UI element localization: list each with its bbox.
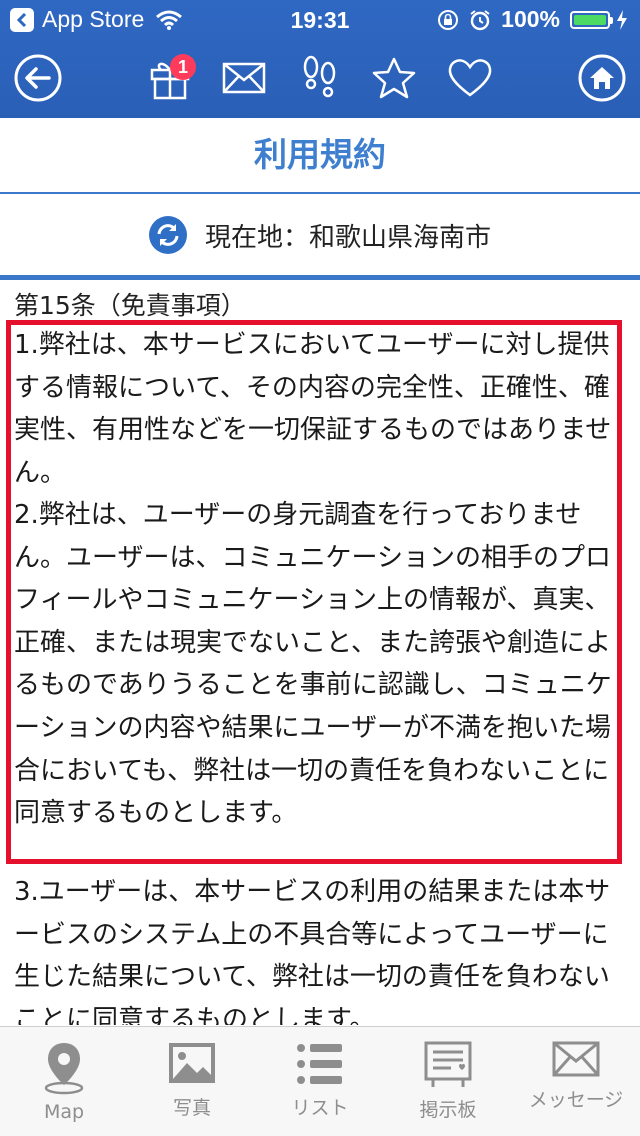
mail-button[interactable] [216,50,272,106]
list-icon [297,1044,342,1084]
terms-paragraph-2: 2.弊社は、ユーザーの身元調査を行っておりません。ユーザーは、コミュニケーション… [14,500,612,829]
status-right: 100% [437,6,628,33]
tab-map[interactable]: Map [0,1027,128,1136]
home-icon [578,54,626,102]
map-pin-icon [44,1043,84,1095]
heart-icon [448,59,492,97]
battery-icon [570,10,613,29]
back-button[interactable] [10,50,66,106]
terms-paragraph-1: 1.弊社は、本サービスにおいてユーザーに対し提供する情報について、その内容の完全… [14,330,612,488]
footprints-icon [303,55,336,98]
mail-icon [222,62,266,94]
status-bar: App Store 19:31 100% [0,0,640,40]
home-button[interactable] [574,50,630,106]
tab-photo-label: 写真 [172,1097,211,1119]
star-icon [372,57,416,99]
tab-board-label: 掲示板 [419,1099,477,1121]
tab-list-label: リスト [291,1097,349,1119]
tab-map-label: Map [43,1101,85,1123]
message-icon [552,1041,600,1077]
tab-photo[interactable]: 写真 [128,1027,256,1136]
alarm-icon [469,9,491,31]
favorite-star-button[interactable] [366,50,422,106]
photo-icon [169,1043,215,1083]
top-bar: App Store 19:31 100% 1 [0,0,640,118]
orientation-lock-icon [437,9,459,31]
page-title: 利用規約 [254,135,386,174]
tab-message[interactable]: メッセージ [512,1027,640,1136]
gift-button[interactable]: 1 [142,50,198,106]
terms-paragraph-3: 3.ユーザーは、本サービスの利用の結果または本サービスのシステム上の不具合等によ… [14,877,611,1025]
navigation-bar: 1 [0,40,640,118]
battery-fill [574,14,606,25]
article-title: 第15条（免責事項） [14,291,246,320]
current-location[interactable]: 現在地：和歌山県海南市 [0,194,640,276]
terms-content[interactable]: 第15条（免責事項） 1.弊社は、本サービスにおいてユーザーに対し提供する情報に… [0,280,640,1025]
tab-message-label: メッセージ [528,1089,624,1111]
tab-list[interactable]: リスト [256,1027,384,1136]
board-icon [424,1041,472,1087]
charging-icon [616,9,628,30]
footprints-button[interactable] [292,50,348,106]
back-arrow-icon [14,54,62,102]
tab-board[interactable]: 掲示板 [384,1027,512,1136]
location-text: 現在地：和歌山県海南市 [204,222,491,253]
tab-bar: Map 写真 リスト 掲示板 メッセージ [0,1026,640,1136]
like-heart-button[interactable] [442,50,498,106]
refresh-icon[interactable] [148,216,187,254]
gift-badge: 1 [170,54,196,80]
battery-percent: 100% [501,6,560,32]
